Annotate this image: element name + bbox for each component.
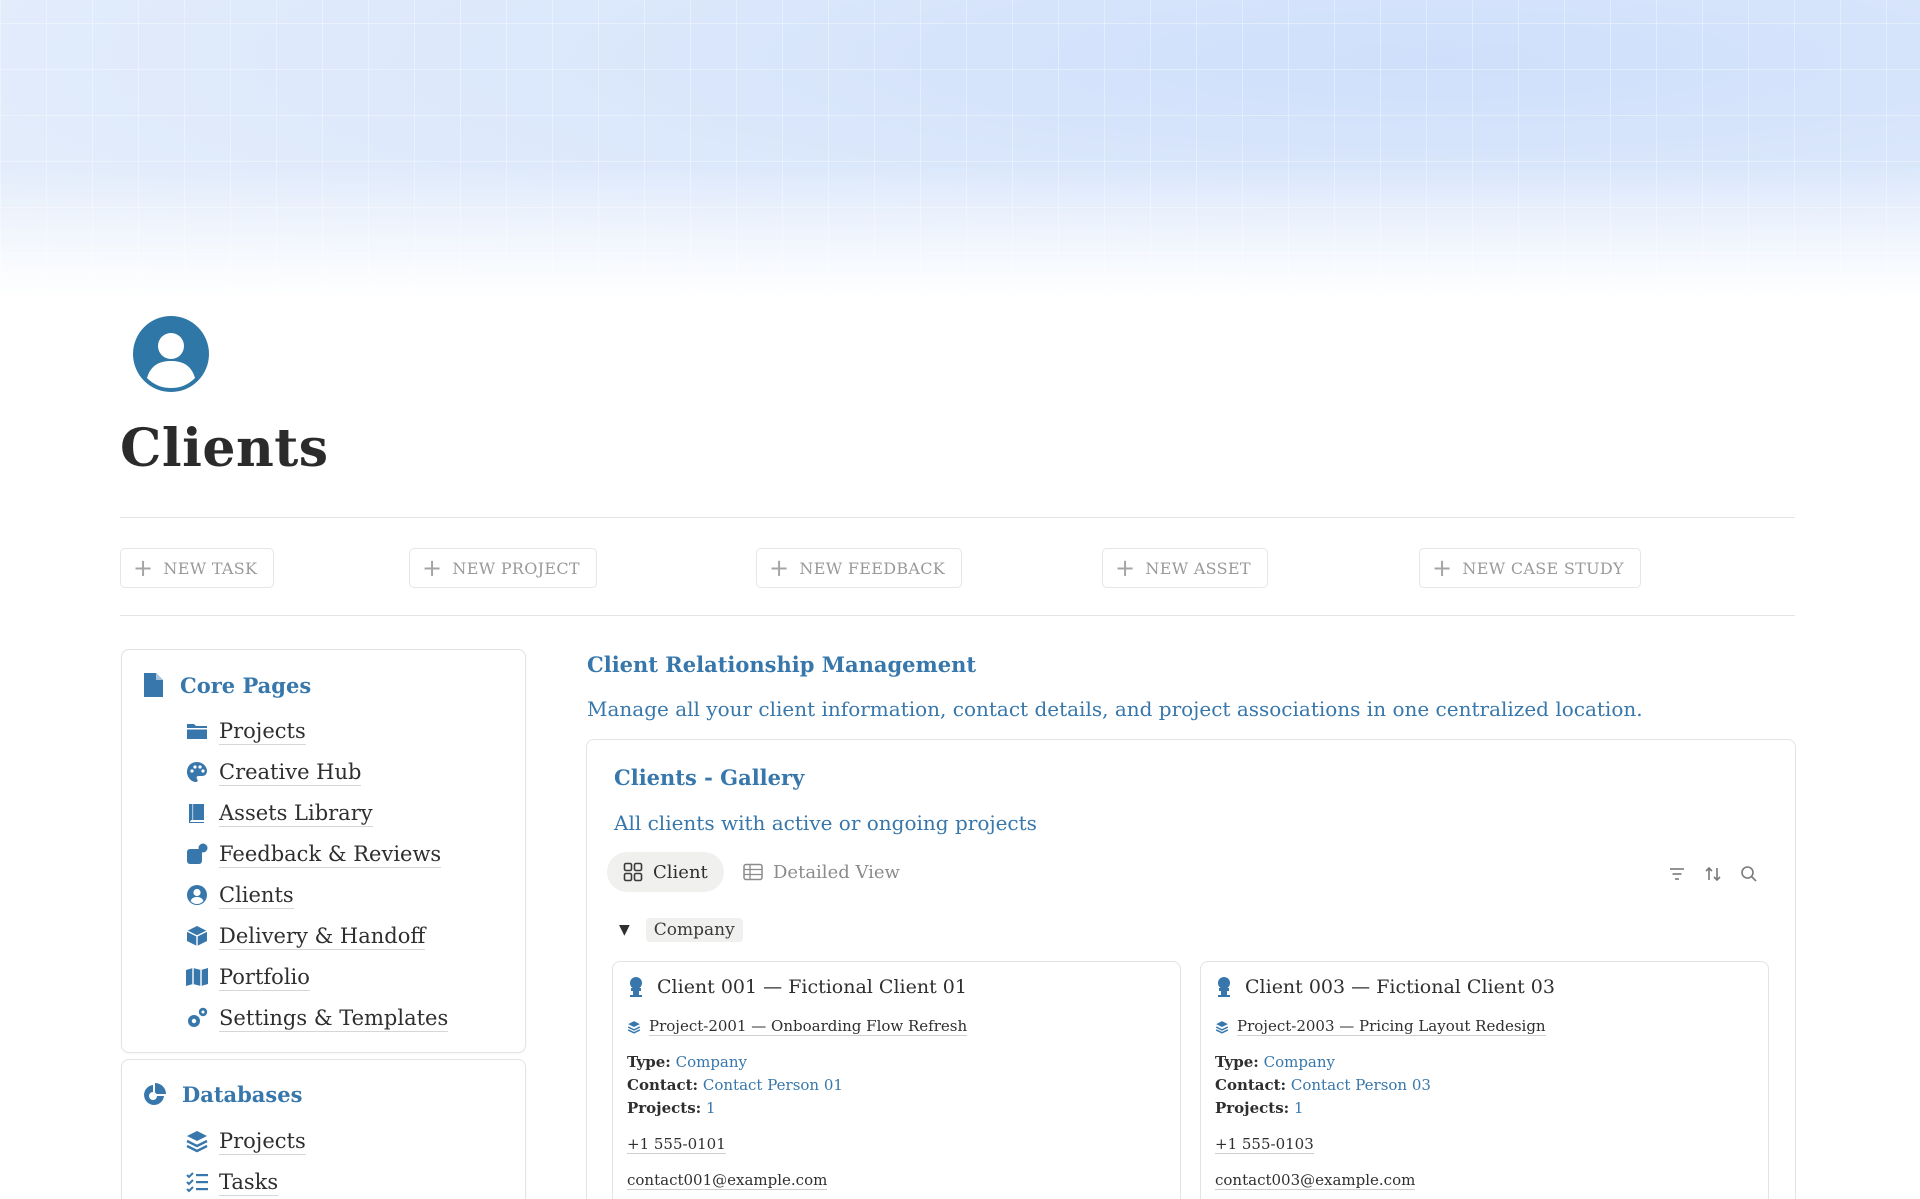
sidebar-item-db-tasks[interactable]: Tasks xyxy=(185,1167,279,1197)
databases-header: Databases xyxy=(142,1082,302,1107)
person-icon xyxy=(630,977,642,997)
plus-icon: + xyxy=(133,554,154,582)
core-pages-header: Core Pages xyxy=(142,672,311,698)
table-icon xyxy=(743,863,763,881)
plus-icon: + xyxy=(1115,554,1136,582)
client-email[interactable]: contact003@example.com xyxy=(1215,1171,1416,1190)
client-name: Client 003 — Fictional Client 03 xyxy=(1215,976,1555,998)
client-contact: Contact: Contact Person 03 xyxy=(1215,1076,1431,1094)
divider xyxy=(120,517,1795,518)
client-project-link[interactable]: Project-2001 — Onboarding Flow Refresh xyxy=(627,1017,968,1036)
sidebar-item-projects[interactable]: Projects xyxy=(185,716,306,746)
folder-icon xyxy=(187,724,207,739)
client-card[interactable]: Client 003 — Fictional Client 03 Project… xyxy=(1200,961,1769,1199)
gallery-title[interactable]: Clients - Gallery xyxy=(614,765,804,790)
sidebar-item-settings-templates[interactable]: Settings & Templates xyxy=(185,1003,449,1033)
new-case-study-button[interactable]: + NEW CASE STUDY xyxy=(1419,548,1641,588)
client-email[interactable]: contact001@example.com xyxy=(627,1171,828,1190)
client-project-link[interactable]: Project-2003 — Pricing Layout Redesign xyxy=(1215,1017,1546,1036)
new-project-button[interactable]: + NEW PROJECT xyxy=(409,548,597,588)
feedback-icon xyxy=(187,843,208,864)
layers-icon xyxy=(186,1131,208,1153)
group-label: Company xyxy=(645,918,743,942)
client-contact: Contact: Contact Person 01 xyxy=(627,1076,843,1094)
page-cover xyxy=(0,0,1920,300)
gallery-icon xyxy=(623,862,643,882)
sidebar-item-clients[interactable]: Clients xyxy=(185,880,294,910)
crm-description: Manage all your client information, cont… xyxy=(587,697,1643,721)
palette-icon xyxy=(187,762,207,782)
book-icon xyxy=(189,804,204,823)
view-tab-client[interactable]: Client xyxy=(607,852,724,892)
new-asset-button[interactable]: + NEW ASSET xyxy=(1102,548,1268,588)
client-phone[interactable]: +1 555-0103 xyxy=(1215,1135,1314,1154)
person-icon xyxy=(1218,977,1230,997)
document-icon xyxy=(144,673,163,697)
crm-heading: Client Relationship Management xyxy=(587,652,977,677)
map-icon xyxy=(186,968,208,986)
filter-icon[interactable] xyxy=(1667,864,1687,884)
sidebar-item-db-projects[interactable]: Projects xyxy=(185,1126,306,1156)
divider xyxy=(120,615,1795,616)
client-projects-count: Projects: 1 xyxy=(627,1099,716,1117)
search-icon[interactable] xyxy=(1739,864,1759,884)
page-title: Clients xyxy=(120,418,329,479)
client-name: Client 001 — Fictional Client 01 xyxy=(627,976,967,998)
plus-icon: + xyxy=(422,554,443,582)
pie-chart-icon xyxy=(144,1082,166,1105)
user-circle-icon xyxy=(133,316,209,392)
core-pages-card: Core Pages Projects Creative Hub Assets … xyxy=(121,649,526,1053)
box-icon xyxy=(186,926,208,946)
view-tab-detailed-view[interactable]: Detailed View xyxy=(727,852,916,892)
sidebar-item-creative-hub[interactable]: Creative Hub xyxy=(185,757,362,787)
clients-gallery: Clients - Gallery All clients with activ… xyxy=(586,739,1796,1199)
sidebar-item-portfolio[interactable]: Portfolio xyxy=(185,962,310,992)
group-toggle-company[interactable]: ▼ Company xyxy=(619,918,743,942)
gallery-description: All clients with active or ongoing proje… xyxy=(614,811,1037,835)
user-circle-icon xyxy=(187,885,207,905)
sort-icon[interactable] xyxy=(1703,864,1723,884)
gears-icon xyxy=(188,1007,208,1027)
checklist-icon xyxy=(186,1172,208,1193)
client-phone[interactable]: +1 555-0101 xyxy=(627,1135,726,1154)
client-type: Type: Company xyxy=(627,1053,748,1071)
sidebar-item-assets-library[interactable]: Assets Library xyxy=(185,798,373,828)
databases-card: Databases Projects Tasks xyxy=(121,1059,526,1199)
layers-icon xyxy=(627,1020,641,1034)
sidebar-item-feedback-reviews[interactable]: Feedback & Reviews xyxy=(185,839,442,869)
plus-icon: + xyxy=(769,554,790,582)
client-type: Type: Company xyxy=(1215,1053,1336,1071)
caret-down-icon: ▼ xyxy=(619,922,630,938)
layers-icon xyxy=(1215,1020,1229,1034)
client-card[interactable]: Client 001 — Fictional Client 01 Project… xyxy=(612,961,1181,1199)
plus-icon: + xyxy=(1432,554,1453,582)
client-projects-count: Projects: 1 xyxy=(1215,1099,1304,1117)
new-task-button[interactable]: + NEW TASK xyxy=(120,548,275,588)
sidebar-item-delivery-handoff[interactable]: Delivery & Handoff xyxy=(185,921,426,951)
new-feedback-button[interactable]: + NEW FEEDBACK xyxy=(756,548,963,588)
